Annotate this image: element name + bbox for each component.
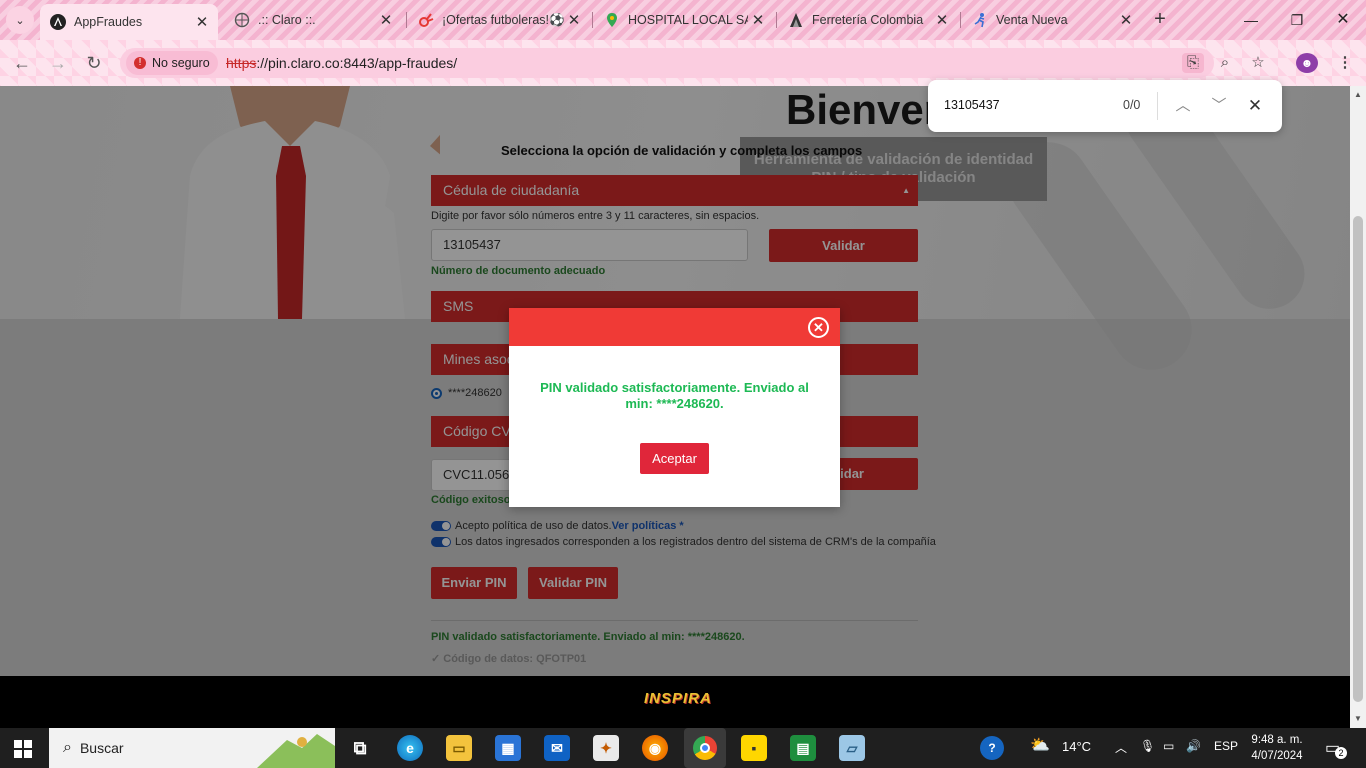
tab-venta-nueva[interactable]: Venta Nueva ✕ [962, 6, 1142, 34]
tab-ofertas[interactable]: ¡Ofertas futboleras!⚽ ✕ [408, 6, 590, 34]
maps-pin-icon [604, 12, 620, 28]
modal-message: PIN validado satisfactoriamente. Enviado… [540, 380, 809, 411]
taskbar-search-label: Buscar [79, 740, 124, 756]
url-rest: ://pin.claro.co:8443/app-fraudes/ [256, 55, 458, 71]
tab-appfraudes[interactable]: AppFraudes ✕ [40, 4, 218, 40]
find-separator [1157, 92, 1158, 120]
angular-icon [50, 14, 66, 30]
reload-icon[interactable]: ↻ [82, 52, 106, 74]
success-modal: ✕ PIN validado satisfactoriamente. Envia… [509, 308, 840, 507]
claro-logo-icon [418, 12, 434, 28]
volume-icon[interactable]: 🔊 [1186, 739, 1201, 753]
runner-icon [972, 12, 988, 28]
chrome-taskbar-button[interactable] [684, 728, 726, 768]
restore-button[interactable]: ❐ [1284, 8, 1310, 32]
edge-icon[interactable]: e [397, 735, 423, 761]
find-prev-icon[interactable]: ︿ [1171, 94, 1195, 118]
menu-kebab-icon[interactable]: ⋮ [1334, 53, 1356, 73]
find-bar: 13105437 0/0 ︿ ﹀ ✕ [928, 80, 1282, 132]
taskbar-search[interactable]: ⌕ Buscar [49, 728, 335, 768]
app-icon[interactable]: ✦ [593, 735, 619, 761]
clock-date: 4/07/2024 [1251, 750, 1303, 762]
store-icon[interactable]: ▦ [495, 735, 521, 761]
warning-icon: ! [134, 57, 146, 69]
taskbar-clock[interactable]: 9:48 a. m. 4/07/2024 [1246, 732, 1308, 764]
firefox-icon[interactable]: ◉ [642, 735, 668, 761]
tab-search-button[interactable]: ⌄ [6, 6, 34, 34]
scroll-down-icon[interactable]: ▼ [1352, 714, 1364, 723]
weather-temp[interactable]: 14°C [1062, 739, 1091, 754]
help-icon[interactable]: ? [980, 736, 1004, 760]
search-icon: ⌕ [63, 739, 72, 756]
back-icon[interactable]: ← [10, 52, 34, 74]
security-chip[interactable]: ! No seguro [126, 51, 218, 75]
tab-ferreteria[interactable]: Ferretería Colombia ✕ [778, 6, 958, 34]
mail-icon[interactable]: ✉ [544, 735, 570, 761]
close-tab-icon[interactable]: ✕ [192, 13, 212, 31]
tab-hospital[interactable]: HOSPITAL LOCAL SAC ✕ [594, 6, 774, 34]
tab-title: ¡Ofertas futboleras!⚽ [442, 12, 564, 27]
url-text[interactable]: https://pin.claro.co:8443/app-fraudes/ [226, 55, 457, 71]
security-label: No seguro [152, 56, 210, 70]
notification-count: 2 [1335, 747, 1347, 759]
chrome-icon [693, 736, 717, 760]
page-translate-icon[interactable]: ⎘ [1182, 53, 1204, 73]
tab-title: HOSPITAL LOCAL SAC [628, 13, 748, 27]
profile-avatar-icon[interactable]: ☻ [1296, 53, 1318, 73]
tray-expand-icon[interactable]: ︿ [1115, 739, 1127, 756]
search-highlight-image [257, 734, 335, 768]
tab-claro[interactable]: .:: Claro ::. ✕ [224, 6, 402, 34]
notifications-icon[interactable]: ▭ 2 [1325, 738, 1347, 759]
tab-separator [776, 12, 777, 28]
scroll-up-icon[interactable]: ▲ [1352, 90, 1364, 99]
close-tab-icon[interactable]: ✕ [376, 11, 396, 29]
file-explorer-icon[interactable]: ▭ [446, 735, 472, 761]
close-window-button[interactable]: ✕ [1330, 8, 1356, 32]
tab-separator [960, 12, 961, 28]
inspira-logo: INSPIRA [644, 690, 712, 707]
close-tab-icon[interactable]: ✕ [748, 11, 768, 29]
url-scheme: https [226, 55, 257, 71]
zoom-icon[interactable]: ⌕ [1214, 53, 1236, 73]
ferreteria-logo-icon [788, 12, 804, 28]
find-close-icon[interactable]: ✕ [1243, 94, 1267, 118]
find-input[interactable]: 13105437 [944, 98, 1000, 112]
language-indicator[interactable]: ESP [1214, 739, 1238, 753]
microphone-icon[interactable]: 🎙 [1140, 739, 1155, 753]
clock-time: 9:48 a. m. [1251, 734, 1303, 746]
tab-title: AppFraudes [74, 15, 143, 29]
new-tab-button[interactable]: + [1148, 8, 1172, 32]
modal-close-icon[interactable]: ✕ [808, 317, 829, 338]
close-tab-icon[interactable]: ✕ [564, 11, 584, 29]
forward-icon[interactable]: → [46, 52, 70, 74]
globe-icon [234, 12, 250, 28]
spreadsheet-icon[interactable]: ▤ [790, 735, 816, 761]
weather-icon[interactable]: ⛅ [1030, 735, 1050, 755]
close-tab-icon[interactable]: ✕ [932, 11, 952, 29]
scrollbar-thumb[interactable] [1353, 216, 1363, 702]
tab-separator [406, 12, 407, 28]
tab-title: Venta Nueva [996, 13, 1068, 27]
bookmark-star-icon[interactable]: ☆ [1247, 53, 1269, 73]
find-next-icon[interactable]: ﹀ [1207, 94, 1231, 118]
windows-start-icon[interactable] [14, 740, 32, 758]
minimize-button[interactable]: — [1238, 8, 1264, 32]
find-count: 0/0 [1123, 98, 1141, 112]
notepad-icon[interactable]: ▱ [839, 735, 865, 761]
modal-header [509, 308, 840, 346]
tab-separator [592, 12, 593, 28]
task-view-icon[interactable]: ⧉ [347, 735, 373, 761]
chevron-down-icon: ⌄ [15, 14, 25, 27]
accept-button[interactable]: Aceptar [640, 443, 709, 474]
network-icon[interactable]: ▭ [1163, 739, 1174, 753]
tab-title: Ferretería Colombia [812, 13, 924, 27]
sticky-notes-icon[interactable]: ▪ [741, 735, 767, 761]
close-tab-icon[interactable]: ✕ [1116, 11, 1136, 29]
tab-title: .:: Claro ::. [258, 13, 316, 27]
